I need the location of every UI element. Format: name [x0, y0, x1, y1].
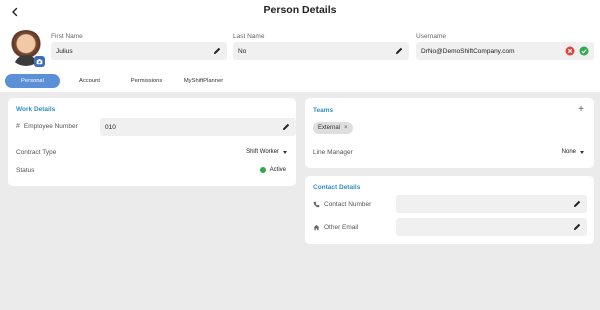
- other-email-label: Other Email: [324, 224, 359, 231]
- status-label: Status: [16, 167, 35, 174]
- first-name-value: Julius: [56, 47, 73, 55]
- contact-number-field[interactable]: [396, 195, 587, 213]
- employee-number-label: Employee Number: [23, 123, 78, 130]
- employee-number-field[interactable]: 010: [100, 118, 296, 136]
- team-chip[interactable]: External ×: [313, 122, 353, 134]
- username-label: Username: [416, 33, 446, 40]
- tab-account[interactable]: Account: [62, 74, 117, 88]
- pencil-icon[interactable]: [281, 122, 291, 132]
- last-name-value: No: [238, 47, 247, 55]
- contact-number-label-row: Contact Number: [313, 201, 371, 208]
- work-details-title: Work Details: [16, 106, 56, 113]
- username-field[interactable]: DrNo@DemoShiftCompany.com: [416, 42, 594, 60]
- line-manager-select[interactable]: None: [562, 149, 584, 155]
- top-bar: Person Details First Name Julius Last Na…: [0, 0, 600, 92]
- employee-number-label-row: # Employee Number: [16, 123, 78, 130]
- contact-number-label: Contact Number: [324, 201, 372, 208]
- check-circle-icon[interactable]: [579, 46, 589, 56]
- work-details-card: Work Details # Employee Number 010 Contr…: [8, 98, 296, 186]
- line-manager-label: Line Manager: [313, 149, 353, 156]
- cancel-circle-icon[interactable]: [565, 46, 575, 56]
- caret-down-icon: [283, 150, 287, 154]
- teams-title: Teams: [313, 107, 334, 114]
- pencil-icon[interactable]: [212, 46, 222, 56]
- phone-icon: [313, 201, 320, 208]
- pencil-icon[interactable]: [572, 222, 582, 232]
- contract-type-value: Shift Worker: [246, 149, 279, 155]
- hash-icon: #: [16, 123, 20, 130]
- last-name-field[interactable]: No: [233, 42, 409, 60]
- camera-icon[interactable]: [34, 56, 45, 67]
- status-value: Active: [269, 167, 286, 173]
- team-chip-label: External: [318, 125, 341, 131]
- close-icon[interactable]: ×: [344, 125, 348, 131]
- status-dot: [259, 167, 266, 173]
- tab-personal[interactable]: Personal: [5, 74, 60, 88]
- teams-card: Teams + External × Line Manager None: [305, 98, 594, 168]
- status-indicator: Active: [259, 167, 286, 173]
- other-email-label-row: Other Email: [313, 224, 358, 231]
- first-name-label: First Name: [51, 33, 83, 40]
- home-icon: [313, 224, 320, 231]
- username-value: DrNo@DemoShiftCompany.com: [421, 47, 515, 55]
- line-manager-value: None: [561, 149, 576, 155]
- pencil-icon[interactable]: [572, 199, 582, 209]
- other-email-field[interactable]: [396, 218, 587, 236]
- page-title: Person Details: [263, 4, 337, 16]
- tab-permissions[interactable]: Permissions: [119, 74, 174, 88]
- last-name-label: Last Name: [233, 33, 265, 40]
- add-team-button[interactable]: +: [578, 105, 584, 115]
- tab-myshiftplanner[interactable]: MyShiftPlanner: [176, 74, 231, 88]
- contract-type-label: Contract Type: [16, 149, 57, 156]
- contact-details-title: Contact Details: [313, 184, 361, 191]
- caret-down-icon: [580, 150, 584, 154]
- pencil-icon[interactable]: [394, 46, 404, 56]
- contact-details-card: Contact Details Contact Number Other Ema…: [305, 176, 594, 244]
- employee-number-value: 010: [105, 123, 116, 131]
- contract-type-select[interactable]: Shift Worker: [246, 149, 287, 155]
- first-name-field[interactable]: Julius: [51, 42, 227, 60]
